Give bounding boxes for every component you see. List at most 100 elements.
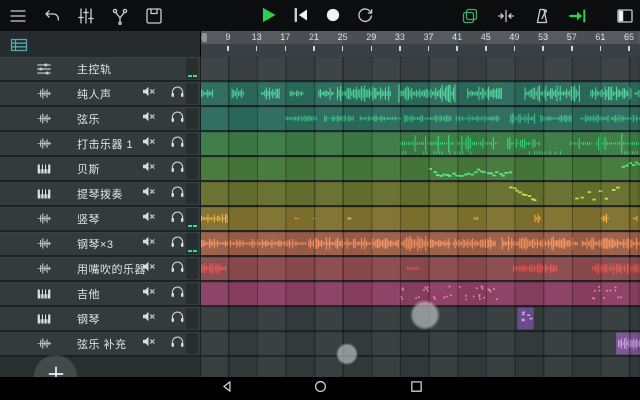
track-row-9[interactable]: 用嘴吹的乐器 (0, 257, 200, 280)
mute-button[interactable] (138, 308, 158, 329)
mute-button[interactable] (138, 208, 158, 229)
track-row-2[interactable]: 纯人声 (0, 82, 200, 105)
mute-button[interactable] (138, 283, 158, 304)
track-lane-7[interactable] (201, 207, 640, 230)
mute-button[interactable] (138, 133, 158, 154)
bar-numbers-band[interactable]: 591317212529333741454953576165 (201, 31, 640, 44)
mute-button[interactable] (138, 183, 158, 204)
timeline-ruler[interactable]: 591317212529333741454953576165 (201, 31, 640, 57)
track-lane-10[interactable] (201, 282, 640, 305)
track-lane-3[interactable] (201, 107, 640, 130)
monitor-button[interactable] (167, 283, 187, 304)
monitor-button[interactable] (167, 208, 187, 229)
speaker-muted-icon (140, 333, 157, 355)
level-meter[interactable] (186, 183, 198, 204)
track-lane-12[interactable] (201, 332, 640, 355)
track-row-11[interactable]: 钢琴 (0, 307, 200, 330)
track-lane-1[interactable] (201, 57, 640, 80)
play-button[interactable] (258, 4, 279, 25)
level-meter[interactable] (186, 83, 198, 104)
headphones-icon (169, 333, 186, 355)
snap-button[interactable] (495, 5, 516, 26)
bar-number: 25 (334, 32, 352, 42)
bar-tick (485, 46, 487, 51)
undo-button[interactable] (41, 5, 62, 26)
track-lane-9[interactable] (201, 257, 640, 280)
level-meter[interactable] (186, 58, 198, 79)
monitor-button[interactable] (167, 83, 187, 104)
level-meter[interactable] (186, 158, 198, 179)
tool-icon (110, 6, 130, 26)
clone-button[interactable] (459, 5, 480, 26)
skipback-icon (291, 5, 311, 25)
meter-led (188, 75, 192, 78)
empty-lane-area[interactable] (201, 357, 640, 377)
save-button[interactable] (143, 5, 164, 26)
track-lane-4[interactable] (201, 132, 640, 155)
detail-panel-button[interactable] (614, 5, 635, 26)
track-lane-5[interactable] (201, 157, 640, 180)
track-row-12[interactable]: 弦乐 补充 (0, 332, 200, 355)
mute-button[interactable] (138, 233, 158, 254)
level-meter[interactable] (186, 108, 198, 129)
mute-button[interactable] (138, 258, 158, 279)
nav-back-button[interactable] (218, 380, 236, 398)
mute-button[interactable] (138, 333, 158, 354)
level-meter[interactable] (186, 333, 198, 354)
track-row-7[interactable]: 竖琴 (0, 207, 200, 230)
record-button[interactable] (322, 4, 343, 25)
monitor-button[interactable] (167, 233, 187, 254)
loop-icon (355, 5, 375, 25)
track-lane-2[interactable] (201, 82, 640, 105)
speaker-muted-icon (140, 208, 157, 230)
scrollbar-thumb[interactable] (202, 33, 207, 42)
follow-playhead-button[interactable] (567, 5, 588, 26)
mute-button[interactable] (138, 158, 158, 179)
level-meter[interactable] (186, 258, 198, 279)
track-row-10[interactable]: 吉他 (0, 282, 200, 305)
nav-recents-button[interactable] (407, 380, 425, 398)
track-row-3[interactable]: 弦乐 (0, 107, 200, 130)
monitor-button[interactable] (167, 108, 187, 129)
track-row-4[interactable]: 打击乐器 1 (0, 132, 200, 155)
piano-keys-icon (33, 309, 55, 329)
track-name: 主控轨 (77, 61, 112, 77)
edit-tool-button[interactable] (109, 5, 130, 26)
level-meter[interactable] (186, 308, 198, 329)
monitor-button[interactable] (167, 308, 187, 329)
monitor-button[interactable] (167, 258, 187, 279)
monitor-button[interactable] (167, 183, 187, 204)
track-row-5[interactable]: 贝斯 (0, 157, 200, 180)
headphones-icon (169, 308, 186, 330)
track-lane-8[interactable] (201, 232, 640, 255)
monitor-button[interactable] (167, 133, 187, 154)
track-lane-11[interactable] (201, 307, 640, 330)
track-lane-6[interactable] (201, 182, 640, 205)
loop-button[interactable] (354, 4, 375, 25)
skip-to-start-button[interactable] (290, 4, 311, 25)
level-meter[interactable] (186, 233, 198, 254)
track-row-6[interactable]: 提琴拨奏 (0, 182, 200, 205)
speaker-muted-icon (140, 283, 157, 305)
nav-home-button[interactable] (311, 380, 329, 398)
level-meter[interactable] (186, 133, 198, 154)
navrecents-icon (408, 378, 425, 400)
mixer-button[interactable] (75, 5, 96, 26)
track-row-8[interactable]: 钢琴×3 (0, 232, 200, 255)
bar-tick (456, 46, 458, 51)
menu-button[interactable] (7, 5, 28, 26)
headphones-icon (169, 108, 186, 130)
level-meter[interactable] (186, 283, 198, 304)
mute-button[interactable] (138, 108, 158, 129)
monitor-button[interactable] (167, 333, 187, 354)
meter-led (193, 225, 197, 228)
audio-waveform-icon (33, 209, 55, 229)
monitor-button[interactable] (167, 158, 187, 179)
headphones-icon (169, 158, 186, 180)
level-meter[interactable] (186, 208, 198, 229)
track-row-1[interactable]: 主控轨 (0, 57, 200, 80)
track-view-button[interactable] (8, 34, 29, 55)
metronome-button[interactable] (531, 5, 552, 26)
mute-button[interactable] (138, 83, 158, 104)
undo-icon (42, 6, 62, 26)
